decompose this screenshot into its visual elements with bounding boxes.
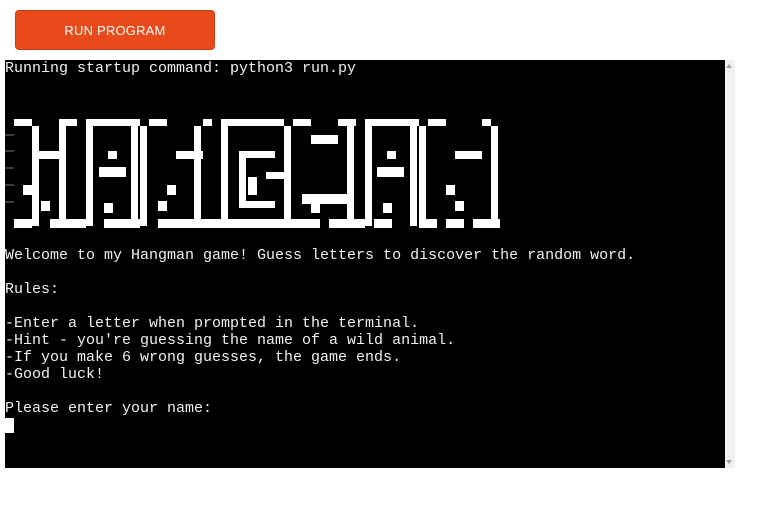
rules-heading: Rules:	[5, 281, 60, 298]
terminal-scrollbar[interactable]	[725, 60, 735, 468]
rule-line: -Good luck!	[5, 366, 105, 383]
terminal-cursor[interactable]	[5, 418, 14, 433]
run-program-button[interactable]: RUN PROGRAM	[15, 10, 215, 50]
hangman-ascii-banner	[5, 119, 500, 228]
terminal[interactable]: Running startup command: python3 run.py	[5, 60, 725, 468]
scroll-down-arrow-icon[interactable]	[726, 460, 732, 464]
welcome-line: Welcome to my Hangman game! Guess letter…	[5, 247, 636, 264]
rule-line: -Enter a letter when prompted in the ter…	[5, 315, 420, 332]
name-prompt: Please enter your name:	[5, 400, 213, 417]
startup-command-line: Running startup command: python3 run.py	[5, 60, 357, 77]
rule-line: -If you make 6 wrong guesses, the game e…	[5, 349, 402, 366]
rule-line: -Hint - you're guessing the name of a wi…	[5, 332, 456, 349]
scroll-up-arrow-icon[interactable]	[726, 64, 732, 68]
